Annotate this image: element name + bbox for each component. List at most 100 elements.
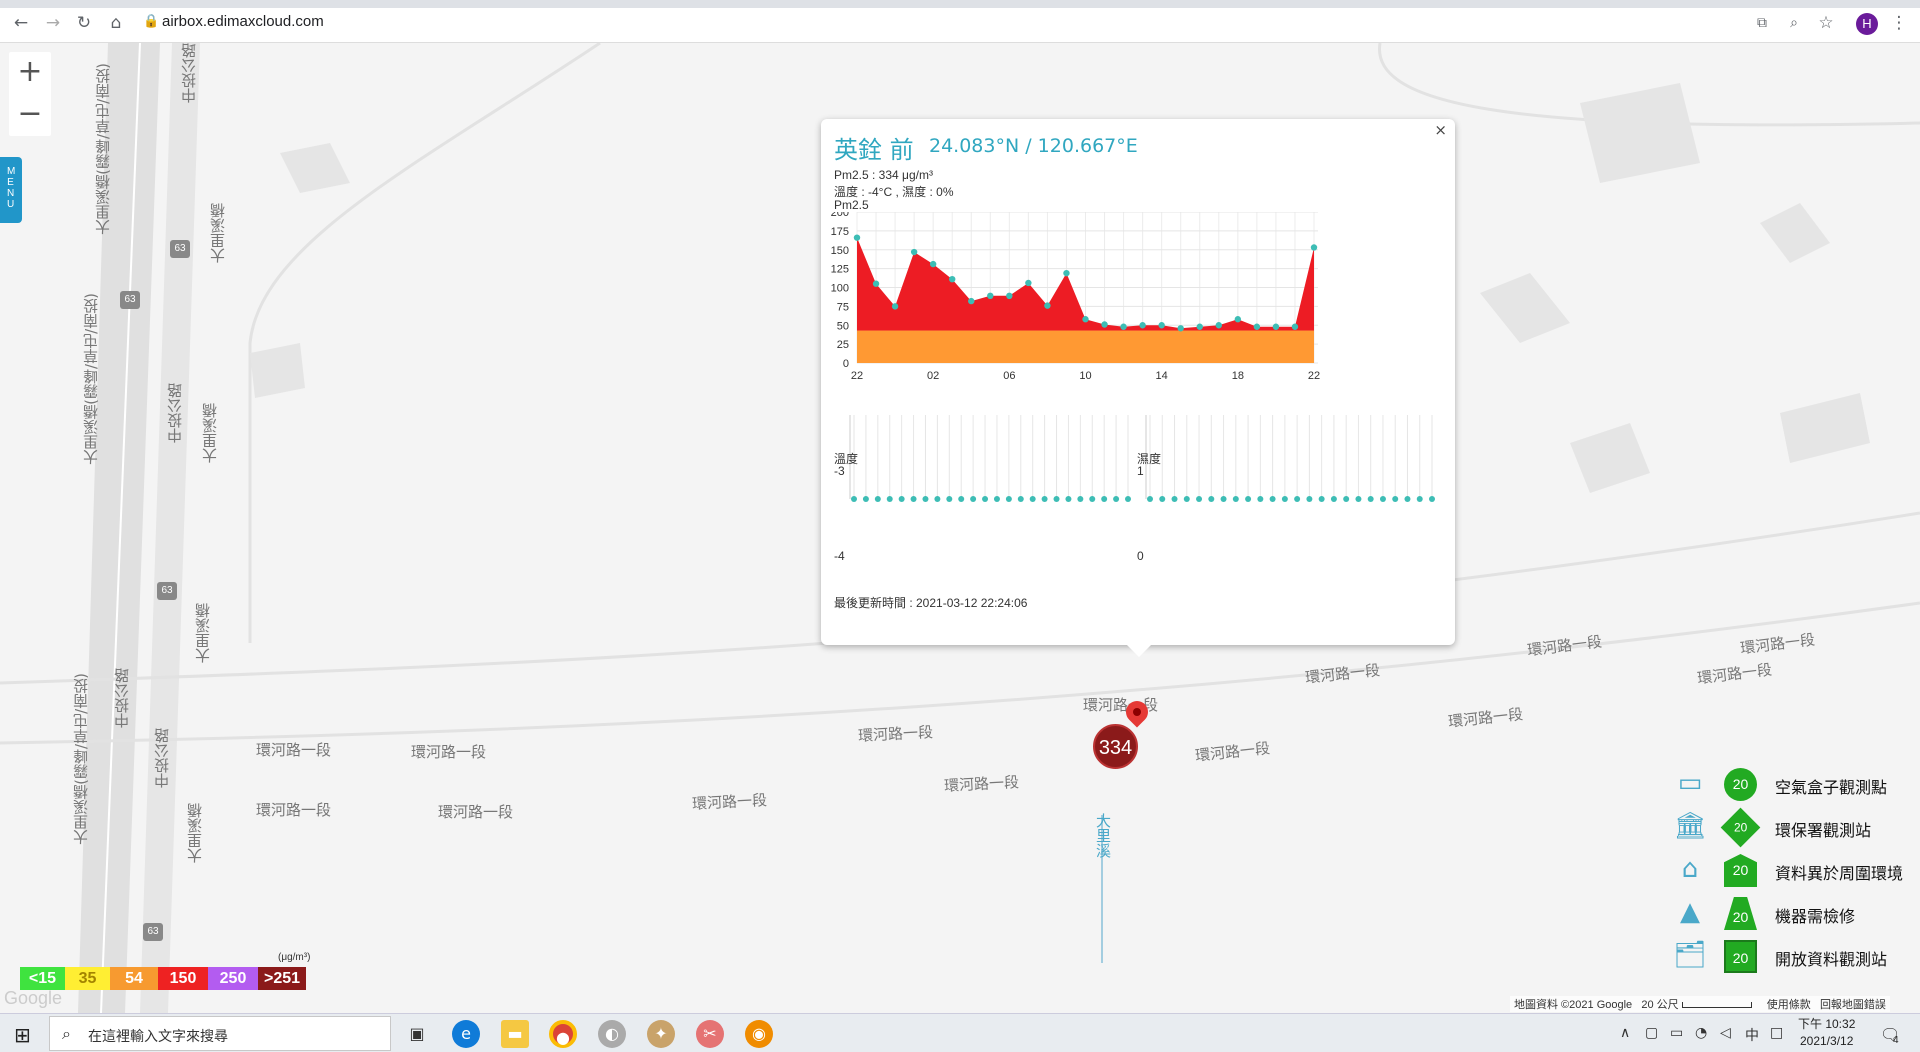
pm25-point xyxy=(1215,322,1222,329)
tray-icon[interactable]: ▢ xyxy=(1645,1025,1658,1041)
temp-point xyxy=(1053,496,1060,502)
x-tick-label: 10 xyxy=(1079,370,1091,382)
temp-point xyxy=(922,496,929,502)
zoom-control: + − xyxy=(9,52,51,136)
pm25-point xyxy=(1044,302,1051,309)
humidity-point xyxy=(1183,496,1190,502)
ime-mode-icon[interactable]: □ xyxy=(1770,1025,1783,1041)
temp-point xyxy=(993,496,1000,502)
station-info-popup: × 英銓 前 24.083°N / 120.667°E Pm2.5 : 334 … xyxy=(821,119,1455,657)
airbox-marker[interactable]: 334 xyxy=(1093,724,1138,769)
legend-label: 空氣盒子觀測點 xyxy=(1775,778,1888,797)
government-building-icon: 🏛 xyxy=(1673,811,1707,841)
temp-point xyxy=(982,496,989,502)
chrome-icon[interactable]: ● xyxy=(549,1020,577,1048)
google-logo: Google xyxy=(4,988,63,1008)
temp-point xyxy=(970,496,977,502)
pm25-point xyxy=(891,303,899,310)
humidity-point xyxy=(1330,496,1337,502)
app-icon[interactable]: ✂ xyxy=(696,1020,724,1048)
windows-taskbar: ⊞ ⌕ 在這裡輸入文字來搜尋 ▣ e ▬ ● ◐ ✦ ✂ ◉ ∧ ▢ ▭ ◔ ◁… xyxy=(0,1013,1920,1052)
zoom-icon[interactable]: ⌕ xyxy=(1785,14,1803,32)
wifi-icon[interactable]: ◔ xyxy=(1695,1025,1707,1041)
legend-item: 🗂 20 開放資料觀測站 xyxy=(1673,940,1920,976)
scale-unit: (μg/m³) xyxy=(278,952,311,963)
legend-item: ▲ 20 機器需檢修 xyxy=(1673,897,1920,933)
back-icon[interactable]: ← xyxy=(12,14,30,32)
humidity-point xyxy=(1355,496,1362,502)
blender-icon[interactable]: ◉ xyxy=(745,1020,773,1048)
search-icon: ⌕ xyxy=(62,1024,71,1043)
humidity-point xyxy=(1159,496,1166,502)
temp-point xyxy=(934,496,941,502)
map-canvas[interactable]: + − MENU 環河路一段 環河路一段 環河路一段 環河路一段 環河路一段 環… xyxy=(0,43,1920,1013)
temp-point xyxy=(1017,496,1024,502)
legend-item: ▭ 20 空氣盒子觀測點 xyxy=(1673,768,1920,804)
temp-point xyxy=(1113,496,1120,502)
pm25-point xyxy=(872,280,880,287)
windows-start-icon[interactable]: ⊞ xyxy=(14,1023,31,1047)
scale-level: <15 xyxy=(20,967,65,990)
file-explorer-icon[interactable]: ▬ xyxy=(501,1020,529,1048)
zoom-out-button[interactable]: − xyxy=(9,94,51,136)
temp-point xyxy=(898,496,905,502)
profile-avatar[interactable]: H xyxy=(1856,13,1878,35)
temp-point xyxy=(1101,496,1108,502)
scale-bar xyxy=(1681,1002,1752,1009)
station-name: 英銓 前 xyxy=(834,136,914,164)
menu-tab[interactable]: MENU xyxy=(0,157,22,223)
edge-icon[interactable]: e xyxy=(452,1020,480,1048)
y-tick-label: 50 xyxy=(837,320,849,332)
forward-icon[interactable]: → xyxy=(44,14,62,32)
address-bar[interactable]: airbox.edimaxcloud.com xyxy=(162,13,324,30)
x-tick-label: 06 xyxy=(1003,370,1015,382)
pm25-point xyxy=(1120,323,1127,330)
road-label: 大里溪橋(霧峰/草屯/南投) xyxy=(82,293,100,465)
temp-point xyxy=(1077,496,1084,502)
road-label: 大里溪橋 xyxy=(186,803,204,863)
zoom-in-button[interactable]: + xyxy=(9,52,51,94)
app-icon[interactable]: ✦ xyxy=(647,1020,675,1048)
taskbar-search[interactable]: ⌕ 在這裡輸入文字來搜尋 xyxy=(49,1016,391,1051)
pm25-point xyxy=(1139,322,1146,329)
humidity-point xyxy=(1147,496,1153,502)
pm25-point xyxy=(929,260,937,268)
temp-point xyxy=(1065,496,1072,502)
tray-chevron-icon[interactable]: ∧ xyxy=(1620,1025,1630,1041)
y-tick-label: 175 xyxy=(831,226,849,238)
temp-point xyxy=(1005,496,1012,502)
road-label: 中投公路 xyxy=(180,43,198,103)
bookmark-star-icon[interactable]: ☆ xyxy=(1817,14,1835,32)
task-view-icon[interactable]: ▣ xyxy=(403,1020,431,1048)
more-menu-icon[interactable]: ⋮ xyxy=(1890,14,1908,32)
close-icon[interactable]: × xyxy=(1434,121,1447,139)
humidity-point xyxy=(1379,496,1386,502)
ime-indicator[interactable]: 中 xyxy=(1745,1025,1759,1045)
x-tick-label: 22 xyxy=(851,370,863,382)
browser-toolbar: ← → ↻ ⌂ 🔒 airbox.edimaxcloud.com ⧉ ⌕ ☆ H… xyxy=(0,0,1920,43)
reload-icon[interactable]: ↻ xyxy=(75,14,93,32)
battery-icon[interactable]: ▭ xyxy=(1670,1025,1683,1041)
app-icon[interactable]: ◐ xyxy=(598,1020,626,1048)
home-icon[interactable]: ⌂ xyxy=(107,14,125,32)
clock-time: 下午 10:32 xyxy=(1798,1017,1856,1031)
pm25-point xyxy=(853,234,861,241)
highway-shield: 63 xyxy=(120,291,140,309)
map-scale-text[interactable]: 20 公尺 xyxy=(1641,999,1678,1011)
scale-level: 35 xyxy=(65,967,110,990)
legend-badge-value: 20 xyxy=(1733,820,1748,834)
report-error-link[interactable]: 回報地圖錯誤 xyxy=(1820,999,1886,1011)
pm25-point xyxy=(1082,316,1089,323)
pm25-point xyxy=(910,248,918,256)
road-label: 環河路一段 xyxy=(438,803,514,821)
humidity-point xyxy=(1318,496,1325,502)
system-clock[interactable]: 下午 10:32 2021/3/12 xyxy=(1798,1016,1855,1050)
volume-icon[interactable]: ◁ xyxy=(1720,1025,1731,1041)
humidity-point xyxy=(1367,496,1374,502)
legend-badge: 20 xyxy=(1724,768,1757,801)
translate-icon[interactable]: ⧉ xyxy=(1753,14,1771,32)
terms-link[interactable]: 使用條款 xyxy=(1767,999,1811,1011)
x-tick-label: 14 xyxy=(1156,370,1168,382)
lock-icon[interactable]: 🔒 xyxy=(143,14,159,29)
road-label: 中投公路 xyxy=(166,383,184,443)
